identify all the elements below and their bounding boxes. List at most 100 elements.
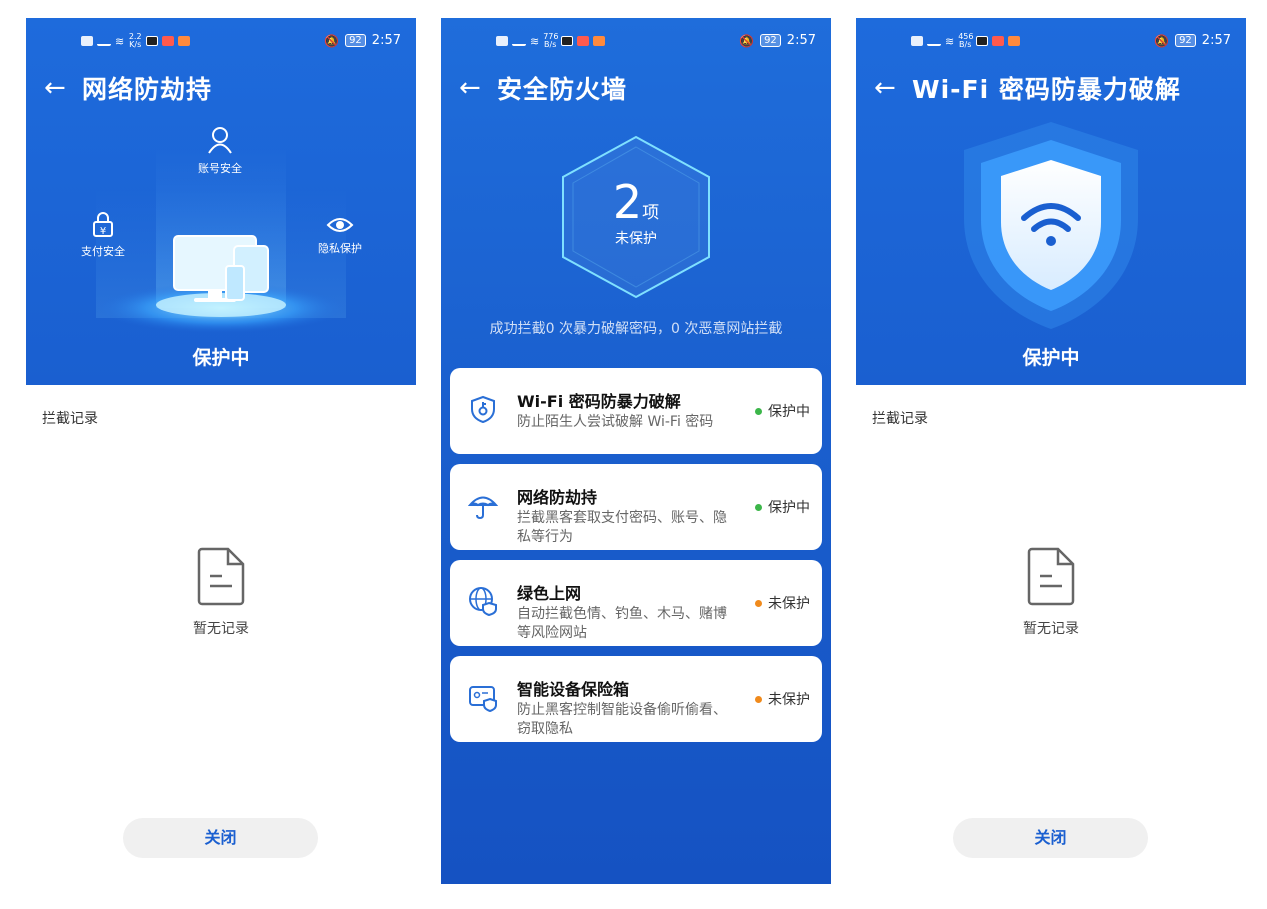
feature-payment-security: ¥ 支付安全 [76,211,130,259]
document-icon [197,547,245,606]
section-title-intercept-records: 拦截记录 [872,411,928,427]
net-speed-unit: K/s [129,40,142,49]
status-text: 未保护 [768,692,810,708]
intercept-summary: 成功拦截0 次暴力破解密码，0 次恶意网站拦截 [489,321,783,337]
protection-item-network-hijack[interactable]: 网络防劫持 拦截黑客套取支付密码、账号、隐私等行为 保护中 [450,464,822,550]
page-title: 网络防劫持 [82,75,213,104]
page-title: 安全防火墙 [497,75,628,104]
item-description: 自动拦截色情、钓鱼、木马、赌博等风险网站 [517,606,727,641]
battery-indicator: 92 [1175,34,1196,47]
item-description: 防止黑客控制智能设备偷听偷看、窃取隐私 [517,702,727,737]
screen-network-anti-hijack: ≋ 2.2 K/s 🔕 92 2:57 ← 网络防劫持 账号安全 ¥ 支付安全 … [26,18,416,884]
hd-icon [496,36,508,46]
protection-item-wifi-bruteforce[interactable]: Wi-Fi 密码防暴力破解 防止陌生人尝试破解 Wi-Fi 密码 保护中 [450,368,822,454]
item-title: 绿色上网 [517,584,582,603]
empty-state-text: 暂无记录 [193,621,249,637]
wifi-status-icon: ≋ [530,34,540,48]
message-notification-icon [1008,36,1021,46]
unprotected-label: 未保护 [615,231,657,247]
unprotected-count-unit: 项 [642,203,660,223]
document-icon [1027,547,1075,606]
clock: 2:57 [786,33,816,48]
status-badge: 保护中 [755,368,810,454]
status-bar: ≋ 456 B/s 🔕 92 2:57 [856,18,1246,64]
section-title-intercept-records: 拦截记录 [42,411,98,427]
status-dot [755,599,762,607]
item-title: Wi-Fi 密码防暴力破解 [517,392,681,411]
eye-icon [326,218,354,232]
net-speed: 776 B/s [543,33,558,49]
hd-icon [81,36,93,46]
item-title: 网络防劫持 [517,488,598,507]
net-speed: 456 B/s [958,33,973,49]
mute-icon: 🔕 [1154,33,1170,48]
feature-account-security: 账号安全 [190,126,250,176]
battery-indicator: 92 [345,34,366,47]
app-notification-icon [146,36,159,46]
globe-shield-icon [469,587,497,616]
feature-label: 支付安全 [81,245,125,258]
battery-indicator: 92 [760,34,781,47]
user-icon [208,127,232,154]
feature-label: 隐私保护 [318,242,362,255]
hero-banner: ≋ 456 B/s 🔕 92 2:57 ← Wi-Fi 密码防暴力破解 保护中 [856,18,1246,385]
page-title: Wi-Fi 密码防暴力破解 [912,75,1181,104]
status-dot [755,695,762,703]
status-badge: 保护中 [755,464,810,550]
back-arrow-icon[interactable]: ← [459,73,497,103]
net-speed-unit: B/s [959,40,972,49]
clock: 2:57 [1201,33,1231,48]
net-speed: 2.2 K/s [128,33,142,49]
status-dot [755,407,762,415]
app-notification-icon [577,36,590,46]
wifi-status-icon: ≋ [115,34,125,48]
status-badge: 未保护 [755,656,810,742]
empty-state: 暂无记录 [856,546,1246,638]
signal-icon [512,36,526,46]
signal-icon [927,36,941,46]
item-description: 拦截黑客套取支付密码、账号、隐私等行为 [517,510,727,545]
status-text: 保护中 [768,404,810,420]
app-notification-icon [992,36,1005,46]
protection-status: 保护中 [1022,347,1080,369]
status-bar: ≋ 2.2 K/s 🔕 92 2:57 [26,18,416,64]
status-bar: ≋ 776 B/s 🔕 92 2:57 [441,18,831,64]
empty-state: 暂无记录 [26,546,416,638]
mute-icon: 🔕 [739,33,755,48]
app-notification-icon [561,36,574,46]
unprotected-count-badge: 2项 未保护 [559,178,713,248]
status-dot [755,503,762,511]
item-title: 智能设备保险箱 [517,680,630,699]
hd-icon [911,36,923,46]
message-notification-icon [178,36,191,46]
unprotected-count: 2 [612,175,643,229]
hero-banner: ≋ 2.2 K/s 🔕 92 2:57 ← 网络防劫持 账号安全 ¥ 支付安全 … [26,18,416,385]
close-button[interactable]: 关闭 [123,818,318,858]
back-arrow-icon[interactable]: ← [874,73,912,103]
message-notification-icon [593,36,606,46]
status-text: 保护中 [768,500,810,516]
lock-yuan-icon: ¥ [93,212,113,237]
app-notification-icon [976,36,989,46]
protection-status: 保护中 [192,347,250,369]
wifi-key-shield-icon [471,395,495,424]
feature-privacy-protection: 隐私保护 [310,216,370,256]
svg-text:¥: ¥ [100,226,106,237]
screen-wifi-password-protection: ≋ 456 B/s 🔕 92 2:57 ← Wi-Fi 密码防暴力破解 保护中 … [856,18,1246,884]
signal-icon [97,36,111,46]
close-button[interactable]: 关闭 [953,818,1148,858]
clock: 2:57 [371,33,401,48]
app-notification-icon [162,36,175,46]
feature-label: 账号安全 [198,162,242,175]
net-speed-unit: B/s [544,40,557,49]
item-description: 防止陌生人尝试破解 Wi-Fi 密码 [517,414,714,430]
protection-item-smart-device-vault[interactable]: 智能设备保险箱 防止黑客控制智能设备偷听偷看、窃取隐私 未保护 [450,656,822,742]
back-arrow-icon[interactable]: ← [44,73,82,103]
wifi-shield-icon [964,122,1138,329]
protection-item-green-browsing[interactable]: 绿色上网 自动拦截色情、钓鱼、木马、赌博等风险网站 未保护 [450,560,822,646]
mute-icon: 🔕 [324,33,340,48]
umbrella-icon [468,496,498,520]
screen-security-firewall: ≋ 776 B/s 🔕 92 2:57 ← 安全防火墙 2项 未保护 成功拦截0 … [441,18,831,884]
status-badge: 未保护 [755,560,810,646]
status-text: 未保护 [768,596,810,612]
